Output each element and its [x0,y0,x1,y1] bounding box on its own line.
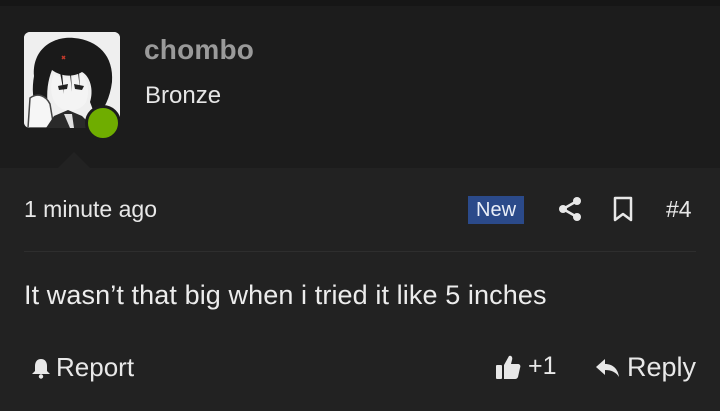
username[interactable]: chombo [144,34,254,66]
post-message: It wasn’t that big when i tried it like … [24,280,547,310]
bell-icon [32,358,50,379]
like-button[interactable]: +1 [494,352,557,381]
post-time[interactable]: 1 minute ago [24,196,157,223]
thumbs-up-icon [496,355,521,379]
new-badge: New [468,196,525,224]
bookmark-icon[interactable] [611,196,635,222]
post-divider [24,251,696,252]
reply-label: Reply [627,352,697,382]
like-count: +1 [528,352,557,380]
user-info: chombo Bronze [0,6,720,174]
share-icon[interactable] [557,196,583,222]
report-label: Report [56,352,135,382]
user-rank: Bronze [145,82,222,109]
post-number-link[interactable]: #4 [666,196,692,223]
online-status-dot [85,105,121,141]
reply-button[interactable]: Reply [595,352,696,383]
reply-arrow-icon [596,358,619,377]
post-card: 1 minute ago New #4 It wasn’t that big w… [0,168,720,411]
report-button[interactable]: Report [30,352,134,383]
